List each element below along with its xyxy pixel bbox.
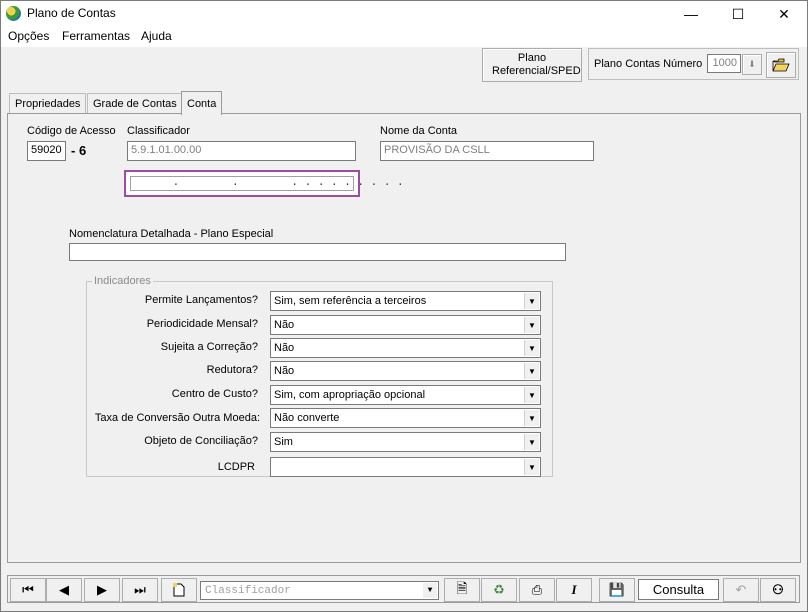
next-record-button[interactable]: ▶ [84, 578, 120, 602]
indicadores-title: Indicadores [92, 275, 153, 287]
select-value: Não [274, 319, 295, 331]
select-value: Sim, com apropriação opcional [274, 389, 426, 401]
minimize-button[interactable]: — [668, 1, 714, 27]
sujeita-correcao-select[interactable]: Não ▼ [270, 338, 541, 358]
delete-button[interactable]: ♻ [481, 578, 517, 602]
periodicidade-mensal-label: Periodicidade Mensal? [146, 318, 258, 330]
centro-custo-label: Centro de Custo? [171, 388, 258, 400]
tab-propriedades[interactable]: Propriedades [9, 93, 87, 114]
next-icon: ▶ [97, 582, 107, 597]
italic-button[interactable]: I [556, 578, 592, 602]
undo-button[interactable]: ↶ [723, 578, 759, 602]
save-icon: 💾 [608, 582, 626, 597]
menu-bar: Opções Ferramentas Ajuda [1, 27, 807, 47]
menu-opcoes[interactable]: Opções [8, 29, 49, 43]
select-value: Não converte [274, 412, 340, 424]
mode-indicator: Consulta [638, 579, 719, 600]
italic-icon: I [571, 582, 577, 597]
periodicidade-mensal-select[interactable]: Não ▼ [270, 315, 541, 335]
previous-record-button[interactable]: ◀ [46, 578, 82, 602]
chevron-down-icon[interactable]: ▼ [423, 583, 437, 598]
objeto-conciliacao-label: Objeto de Conciliação? [144, 435, 258, 447]
chevron-down-icon[interactable]: ▼ [524, 293, 539, 309]
menu-ajuda[interactable]: Ajuda [141, 29, 172, 43]
classificador-placeholder: Classificador [205, 585, 291, 597]
redutora-select[interactable]: Não ▼ [270, 361, 541, 381]
window-title: Plano de Contas [27, 6, 116, 20]
plano-referencial-label: Plano Referencial/SPED [492, 52, 581, 77]
permite-lancamentos-select[interactable]: Sim, sem referência a terceiros ▼ [270, 291, 541, 311]
codigo-acesso-label: Código de Acesso [27, 125, 116, 137]
chevron-down-icon[interactable]: ▼ [524, 410, 539, 426]
first-icon: ⏮ [22, 582, 34, 597]
print-button[interactable]: ⎙ [519, 578, 555, 602]
chevron-down-icon[interactable]: ▼ [524, 387, 539, 403]
last-record-button[interactable]: ⏭ [122, 578, 158, 602]
last-icon: ⏭ [134, 582, 146, 597]
first-record-button[interactable]: ⏮ [10, 578, 46, 602]
select-value: Sim [274, 436, 293, 448]
close-button[interactable]: ✕ [761, 1, 807, 27]
app-icon [6, 6, 21, 21]
plano-contas-numero-label: Plano Contas Número [594, 58, 703, 70]
classificador-search-combo[interactable]: Classificador ▼ [200, 581, 439, 600]
nomenclatura-label: Nomenclatura Detalhada - Plano Especial [69, 228, 274, 240]
plano-referencial-button[interactable]: Plano Referencial/SPED [482, 48, 582, 82]
plano-contas-numero-field[interactable]: 1000 [707, 54, 741, 73]
save-button[interactable]: 💾 [599, 578, 635, 602]
search-document-button[interactable]: 🗎 [444, 578, 480, 602]
chevron-down-icon[interactable]: ▼ [524, 363, 539, 379]
classificador-field[interactable]: 5.9.1.01.00.00 [127, 141, 356, 161]
lcdpr-label: LCDPR [217, 461, 255, 473]
chevron-down-icon[interactable]: ▼ [524, 317, 539, 333]
objeto-conciliacao-select[interactable]: Sim ▼ [270, 432, 541, 452]
nomenclatura-field[interactable] [69, 243, 566, 261]
chevron-down-icon[interactable]: ▼ [524, 434, 539, 450]
search-document-icon: 🗎 [456, 580, 468, 596]
classificador-label: Classificador [127, 125, 190, 137]
find-button[interactable]: ⚇ [760, 578, 796, 602]
folder-open-icon [772, 58, 790, 72]
masked-classificador-highlight: . . . . . . . . . . . [124, 170, 404, 197]
masked-classificador-input[interactable]: . . . . . . . . . . . [130, 176, 404, 191]
chevron-down-icon[interactable]: ▼ [524, 340, 539, 356]
nome-conta-label: Nome da Conta [380, 125, 458, 137]
title-bar: Plano de Contas — ☐ ✕ [1, 1, 807, 27]
chevron-down-icon[interactable]: ▼ [524, 459, 539, 475]
taxa-conversao-label: Taxa de Conversão Outra Moeda: [94, 412, 260, 424]
select-value: Sim, sem referência a terceiros [274, 295, 427, 307]
tab-grade-de-contas[interactable]: Grade de Contas [87, 93, 183, 114]
redutora-label: Redutora? [206, 364, 258, 376]
tab-conta[interactable]: Conta [181, 91, 223, 115]
select-value: Não [274, 365, 295, 377]
main-window: Plano de Contas — ☐ ✕ Opções Ferramentas… [0, 0, 808, 612]
codigo-acesso-field[interactable]: 59020 [27, 141, 66, 161]
centro-custo-select[interactable]: Sim, com apropriação opcional ▼ [270, 385, 541, 405]
undo-icon: ↶ [735, 582, 747, 597]
recycle-bin-icon: ♻ [493, 582, 505, 597]
lcdpr-select[interactable]: ▼ [270, 457, 541, 477]
printer-icon: ⎙ [531, 582, 543, 597]
download-icon[interactable]: ⬇ [742, 54, 762, 75]
menu-ferramentas[interactable]: Ferramentas [62, 29, 130, 43]
codigo-digito: - 6 [71, 143, 87, 158]
maximize-button[interactable]: ☐ [715, 1, 761, 27]
permite-lancamentos-label: Permite Lançamentos? [144, 294, 258, 306]
open-folder-button[interactable] [766, 52, 796, 78]
taxa-conversao-select[interactable]: Não converte ▼ [270, 408, 541, 428]
previous-icon: ◀ [59, 582, 69, 597]
select-value: Não [274, 342, 295, 354]
nome-conta-field[interactable]: PROVISÃO DA CSLL [380, 141, 594, 161]
binoculars-icon: ⚇ [772, 582, 784, 597]
sujeita-correcao-label: Sujeita a Correção? [160, 341, 258, 353]
new-record-button[interactable] [161, 578, 197, 602]
new-document-icon [173, 583, 185, 597]
